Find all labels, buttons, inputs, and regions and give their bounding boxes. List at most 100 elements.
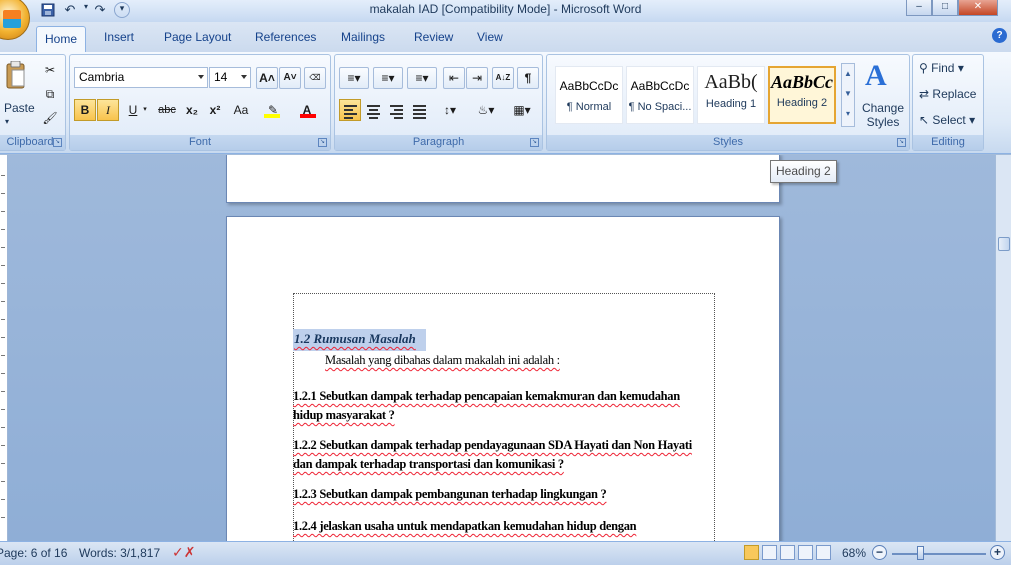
word-count[interactable]: Words: 3/1,817 bbox=[79, 546, 160, 560]
replace-icon: ⇄ bbox=[919, 87, 930, 101]
font-size-dropdown-icon[interactable] bbox=[241, 75, 247, 79]
line-spacing-icon[interactable]: ↕▾ bbox=[435, 99, 465, 121]
replace-button[interactable]: ⇄ Replace bbox=[919, 87, 976, 101]
multilevel-list-icon[interactable]: ≡▾ bbox=[407, 67, 437, 89]
scrollbar-thumb[interactable] bbox=[998, 237, 1010, 251]
shading-icon[interactable]: ♨▾ bbox=[471, 99, 501, 121]
select-button[interactable]: ↖ Select ▾ bbox=[919, 113, 975, 127]
list-item-line: 1.2.2 Sebutkan dampak terhadap pendayagu… bbox=[293, 438, 692, 452]
find-label: Find bbox=[931, 61, 955, 75]
font-group: Cambria 14 A˄ A˅ ⌫ B I U ▾ abc x₂ x² Aa … bbox=[69, 54, 331, 151]
heading-rumusan-masalah[interactable]: 1.2 Rumusan Masalah bbox=[293, 329, 426, 351]
show-marks-button[interactable]: ¶ bbox=[517, 67, 539, 89]
tab-insert[interactable]: Insert bbox=[104, 30, 134, 44]
shrink-font-button[interactable]: A˅ bbox=[279, 67, 301, 89]
justify-icon[interactable] bbox=[408, 99, 430, 121]
increase-indent-icon[interactable]: ⇥ bbox=[466, 67, 488, 89]
previous-page bbox=[226, 155, 780, 203]
style-heading-1[interactable]: AaBb( Heading 1 bbox=[697, 66, 765, 124]
vertical-scrollbar[interactable] bbox=[995, 155, 1011, 541]
zoom-slider-thumb[interactable] bbox=[917, 546, 924, 560]
decrease-indent-icon[interactable]: ⇤ bbox=[443, 67, 465, 89]
zoom-in-icon[interactable]: + bbox=[990, 545, 1005, 560]
style-no-spacing[interactable]: AaBbCcDc ¶ No Spaci... bbox=[626, 66, 694, 124]
clear-formatting-icon[interactable]: ⌫ bbox=[304, 67, 326, 89]
superscript-button[interactable]: x² bbox=[204, 99, 226, 121]
list-item[interactable]: 1.2.2 Sebutkan dampak terhadap pendayagu… bbox=[293, 436, 723, 474]
cut-icon[interactable]: ✂ bbox=[39, 59, 61, 81]
close-button[interactable]: ✕ bbox=[958, 0, 998, 16]
grow-font-button[interactable]: A˄ bbox=[256, 67, 278, 89]
select-icon: ↖ bbox=[919, 113, 930, 127]
clipboard-launcher-icon[interactable]: ↘ bbox=[53, 138, 62, 147]
paste-dropdown-icon[interactable]: ▾ bbox=[5, 117, 9, 126]
page-counter[interactable]: Page: 6 of 16 bbox=[0, 546, 67, 560]
tab-home[interactable]: Home bbox=[36, 26, 86, 52]
full-screen-reading-icon[interactable] bbox=[762, 545, 777, 560]
highlight-icon[interactable]: ✎ bbox=[260, 99, 286, 121]
sort-button[interactable]: A↓Z bbox=[492, 67, 514, 89]
bullets-icon[interactable]: ≡▾ bbox=[339, 67, 369, 89]
subscript-button[interactable]: x₂ bbox=[181, 99, 203, 121]
maximize-button[interactable]: □ bbox=[932, 0, 958, 16]
change-styles-icon[interactable]: A bbox=[865, 59, 887, 93]
styles-gallery-scroll[interactable]: ▲ ▼ ▾ bbox=[841, 63, 855, 127]
tab-review[interactable]: Review bbox=[414, 30, 453, 44]
outline-icon[interactable] bbox=[798, 545, 813, 560]
proofing-icon[interactable]: ✓✗ bbox=[172, 544, 195, 561]
web-layout-icon[interactable] bbox=[780, 545, 795, 560]
copy-icon[interactable]: ⧉ bbox=[39, 83, 61, 105]
style-normal[interactable]: AaBbCcDc ¶ Normal bbox=[555, 66, 623, 124]
zoom-level[interactable]: 68% bbox=[842, 546, 866, 560]
zoom-out-icon[interactable]: − bbox=[872, 545, 887, 560]
minimize-button[interactable]: – bbox=[906, 0, 932, 16]
list-item-line: 1.2.3 Sebutkan dampak pembangunan terhad… bbox=[293, 487, 607, 501]
align-center-icon[interactable] bbox=[362, 99, 384, 121]
font-color-button[interactable]: A bbox=[296, 99, 318, 121]
paragraph-launcher-icon[interactable]: ↘ bbox=[530, 138, 539, 147]
title-bar: ↶ ▾ ↷ ▾ makalah IAD [Compatibility Mode]… bbox=[0, 0, 1011, 40]
paste-button[interactable]: Paste bbox=[4, 101, 35, 115]
print-layout-icon[interactable] bbox=[744, 545, 759, 560]
italic-button[interactable]: I bbox=[97, 99, 119, 121]
change-case-button[interactable]: Aa bbox=[229, 99, 253, 121]
tab-page-layout[interactable]: Page Layout bbox=[164, 30, 231, 44]
font-group-label: Font bbox=[70, 135, 330, 150]
editing-group-label: Editing bbox=[913, 135, 983, 150]
list-item[interactable]: 1.2.3 Sebutkan dampak pembangunan terhad… bbox=[293, 485, 723, 504]
format-painter-icon[interactable]: 🖌 bbox=[39, 107, 61, 129]
intro-text: Masalah yang dibahas dalam makalah ini a… bbox=[325, 353, 560, 367]
align-right-icon[interactable] bbox=[385, 99, 407, 121]
tab-view[interactable]: View bbox=[477, 30, 503, 44]
bold-button[interactable]: B bbox=[74, 99, 96, 121]
borders-icon[interactable]: ▦▾ bbox=[507, 99, 537, 121]
status-bar: Page: 6 of 16 Words: 3/1,817 ✓✗ 68% − + bbox=[0, 541, 1011, 565]
list-item[interactable]: 1.2.4 jelaskan usaha untuk mendapatkan k… bbox=[293, 517, 723, 536]
help-icon[interactable]: ? bbox=[992, 28, 1007, 43]
align-left-icon[interactable] bbox=[339, 99, 361, 121]
tab-mailings[interactable]: Mailings bbox=[341, 30, 385, 44]
replace-label: Replace bbox=[932, 87, 977, 101]
list-item-line: dan dampak terhadap transportasi dan kom… bbox=[293, 457, 564, 471]
font-name-combo[interactable]: Cambria bbox=[74, 67, 208, 88]
style-heading-2[interactable]: AaBbCc Heading 2 bbox=[768, 66, 836, 124]
underline-dropdown-icon[interactable]: ▾ bbox=[140, 99, 150, 121]
heading-text: 1.2 Rumusan Masalah bbox=[294, 331, 416, 346]
numbering-icon[interactable]: ≡▾ bbox=[373, 67, 403, 89]
strikethrough-button[interactable]: abc bbox=[154, 99, 180, 121]
find-button[interactable]: ⚲ Find ▾ bbox=[919, 61, 964, 75]
font-size-combo[interactable]: 14 bbox=[209, 67, 251, 88]
zoom-slider[interactable] bbox=[892, 553, 986, 555]
font-launcher-icon[interactable]: ↘ bbox=[318, 138, 327, 147]
list-item[interactable]: 1.2.1 Sebutkan dampak terhadap pencapaia… bbox=[293, 387, 723, 425]
font-name-dropdown-icon[interactable] bbox=[198, 75, 204, 79]
draft-icon[interactable] bbox=[816, 545, 831, 560]
style-normal-label: ¶ Normal bbox=[566, 101, 612, 113]
document-page[interactable]: 1.2 Rumusan Masalah Masalah yang dibahas… bbox=[226, 216, 780, 541]
paste-icon[interactable] bbox=[5, 60, 27, 91]
change-styles-button[interactable]: Change Styles bbox=[859, 101, 907, 129]
intro-paragraph[interactable]: Masalah yang dibahas dalam makalah ini a… bbox=[325, 351, 560, 370]
tab-references[interactable]: References bbox=[255, 30, 316, 44]
styles-group: AaBbCcDc ¶ Normal AaBbCcDc ¶ No Spaci...… bbox=[546, 54, 910, 151]
styles-launcher-icon[interactable]: ↘ bbox=[897, 138, 906, 147]
